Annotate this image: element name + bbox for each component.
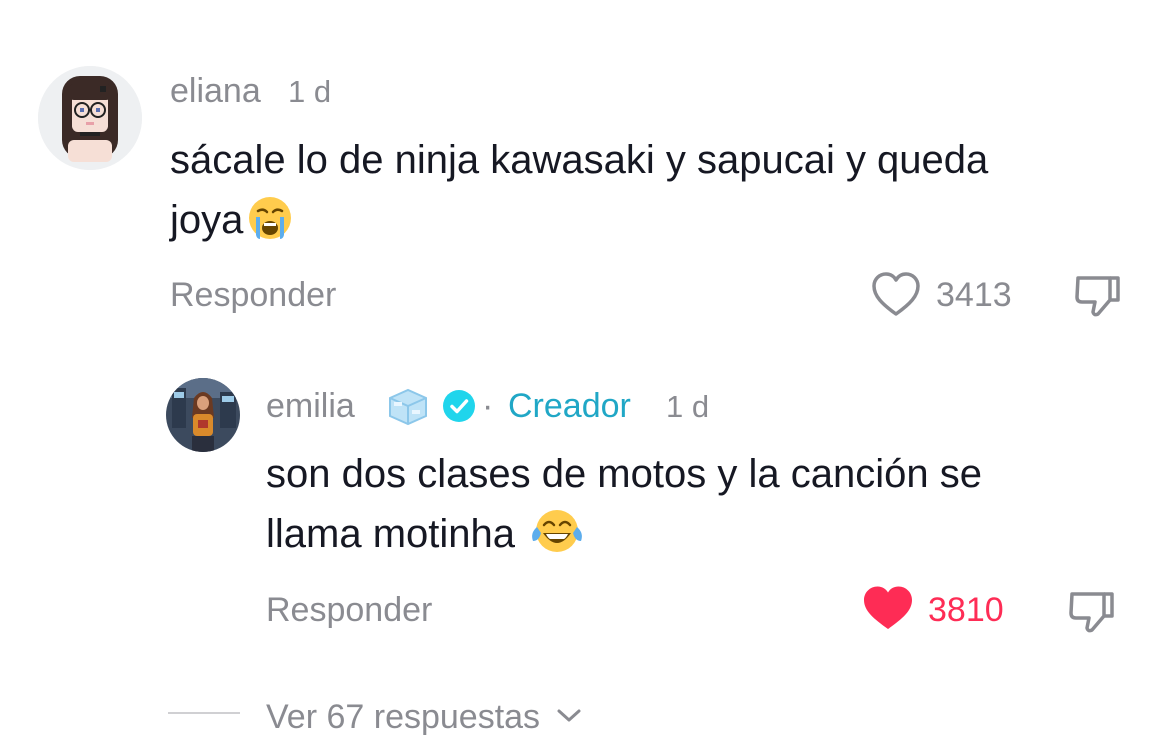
dislike-button[interactable] [1066, 586, 1118, 636]
verified-badge-icon [442, 389, 476, 428]
loudly-crying-face-icon [247, 195, 293, 258]
face-with-tears-of-joy-icon [529, 507, 585, 572]
avatar[interactable] [38, 66, 142, 170]
comment-text-line: joya [170, 190, 1150, 258]
like-button[interactable] [862, 584, 914, 632]
replies-divider [168, 712, 240, 714]
chevron-down-icon [556, 696, 582, 730]
ice-cube-icon [386, 386, 430, 431]
separator-dot: · [482, 387, 494, 425]
reply-timestamp: 1 d [666, 389, 710, 424]
creator-label: Creador [508, 387, 631, 425]
view-replies-label: Ver 67 respuestas [266, 698, 541, 736]
like-count: 3810 [928, 591, 1004, 629]
reply-text: son dos clases de motos y la canción se … [266, 444, 1146, 572]
comment-text: sácale lo de ninja kawasaki y sapucai y … [170, 130, 1150, 258]
heart-outline-icon [870, 272, 922, 322]
reply-text-line: son dos clases de motos y la canción se [266, 452, 982, 496]
like-button[interactable] [870, 270, 922, 318]
reply-button[interactable]: Responder [170, 278, 336, 312]
comment-text-line-end: joya [170, 198, 244, 242]
dislike-button[interactable] [1072, 270, 1124, 320]
comment-username[interactable]: eliana [170, 74, 261, 108]
like-count: 3413 [936, 276, 1012, 314]
reply-text-line: llama motinha [266, 504, 1146, 572]
comment-text-line: sácale lo de ninja kawasaki y sapucai y … [170, 138, 989, 182]
avatar[interactable] [166, 378, 240, 452]
reply-text-line-end: llama motinha [266, 512, 516, 556]
reply-username[interactable]: emilia [266, 389, 355, 423]
view-replies-button[interactable]: Ver 67 respuestas [266, 696, 582, 734]
heart-filled-icon [862, 586, 914, 636]
reply-button[interactable]: Responder [266, 593, 432, 627]
thumbs-down-icon [1072, 276, 1124, 324]
thumbs-down-icon [1066, 592, 1118, 640]
comment-timestamp: 1 d [288, 74, 332, 109]
